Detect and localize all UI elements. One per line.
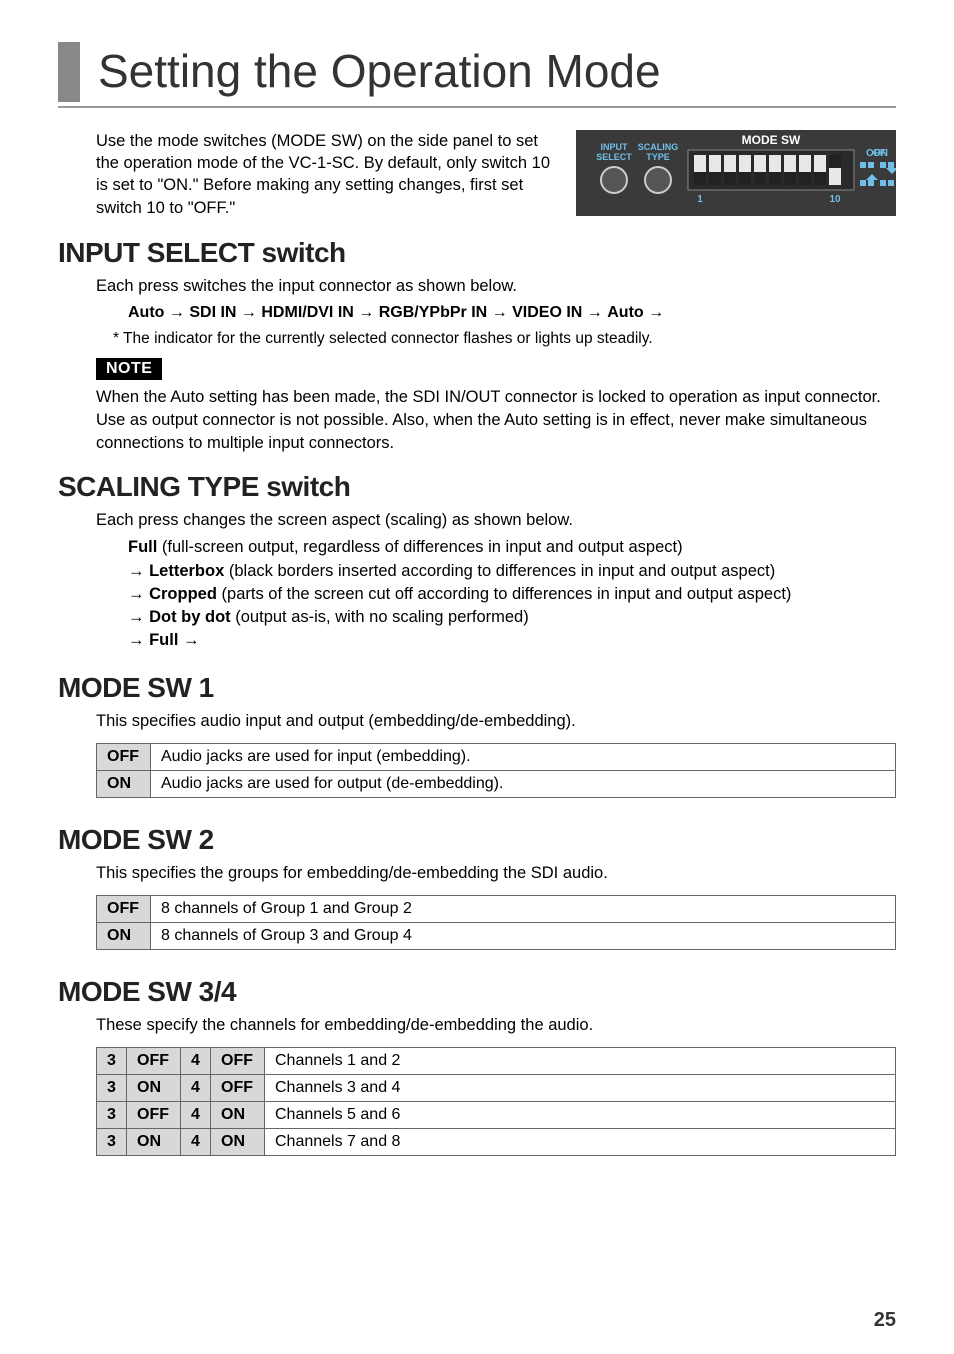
mode-sw34-heading: MODE SW 3/4	[58, 976, 896, 1008]
page-title: Setting the Operation Mode	[98, 42, 661, 102]
scaling-type-body: Each press changes the screen aspect (sc…	[96, 509, 896, 532]
table-col-4-label: 4	[181, 1102, 211, 1129]
mode-sw34-table: 3OFF4OFFChannels 1 and 23ON4OFFChannels …	[96, 1047, 896, 1156]
table-value: Audio jacks are used for input (embeddin…	[151, 743, 896, 770]
table-value: Channels 1 and 2	[265, 1048, 896, 1075]
table-col-3-label: 3	[97, 1129, 127, 1156]
input-select-footnote: * The indicator for the currently select…	[113, 328, 896, 350]
mode-sw1-table: OFFAudio jacks are used for input (embed…	[96, 743, 896, 798]
mode-sw1-body: This specifies audio input and output (e…	[96, 710, 896, 733]
note-badge: NOTE	[96, 358, 162, 380]
table-key: ON	[97, 770, 151, 797]
table-row: ONAudio jacks are used for output (de-em…	[97, 770, 896, 797]
table-col-4-value: OFF	[211, 1048, 265, 1075]
table-row: OFF8 channels of Group 1 and Group 2	[97, 896, 896, 923]
table-value: Audio jacks are used for output (de-embe…	[151, 770, 896, 797]
title-accent-bar	[58, 42, 80, 102]
table-row: 3ON4OFFChannels 3 and 4	[97, 1075, 896, 1102]
table-col-3-value: ON	[127, 1129, 181, 1156]
mode-sw2-table: OFF8 channels of Group 1 and Group 2ON8 …	[96, 895, 896, 950]
input-select-label-2: SELECT	[596, 152, 632, 162]
input-select-body: Each press switches the input connector …	[96, 275, 896, 298]
scaling-list-item: Full (full-screen output, regardless of …	[128, 536, 896, 559]
table-row: ON8 channels of Group 3 and Group 4	[97, 923, 896, 950]
scaling-list-item: → Dot by dot (output as-is, with no scal…	[128, 606, 896, 629]
mode-sw1-heading: MODE SW 1	[58, 672, 896, 704]
table-col-4-label: 4	[181, 1048, 211, 1075]
table-key: OFF	[97, 896, 151, 923]
scaling-type-label: SCALING	[638, 142, 679, 152]
intro-text: Use the mode switches (MODE SW) on the s…	[96, 130, 556, 219]
table-col-3-value: ON	[127, 1075, 181, 1102]
input-select-heading: INPUT SELECT switch	[58, 237, 896, 269]
dip-tick-1: 1	[697, 194, 703, 205]
scaling-type-label-2: TYPE	[646, 152, 670, 162]
table-col-3-value: OFF	[127, 1048, 181, 1075]
table-value: Channels 5 and 6	[265, 1102, 896, 1129]
scaling-type-list: Full (full-screen output, regardless of …	[128, 536, 896, 651]
mode-sw2-heading: MODE SW 2	[58, 824, 896, 856]
scaling-type-button-icon	[645, 167, 671, 193]
table-row: OFFAudio jacks are used for input (embed…	[97, 743, 896, 770]
table-col-4-label: 4	[181, 1129, 211, 1156]
mode-sw2-body: This specifies the groups for embedding/…	[96, 862, 896, 885]
scaling-list-item: → Full →	[128, 629, 896, 652]
page-number: 25	[874, 1309, 896, 1332]
table-col-3-label: 3	[97, 1075, 127, 1102]
table-key: OFF	[97, 743, 151, 770]
table-row: 3OFF4OFFChannels 1 and 2	[97, 1048, 896, 1075]
on-label: ON	[873, 148, 888, 159]
table-row: 3ON4ONChannels 7 and 8	[97, 1129, 896, 1156]
table-value: Channels 3 and 4	[265, 1075, 896, 1102]
scaling-type-heading: SCALING TYPE switch	[58, 471, 896, 503]
table-value: 8 channels of Group 1 and Group 2	[151, 896, 896, 923]
table-col-3-label: 3	[97, 1102, 127, 1129]
input-select-note-text: When the Auto setting has been made, the…	[96, 386, 896, 455]
mode-sw-label: MODE SW	[742, 133, 801, 147]
input-select-label: INPUT	[601, 142, 629, 152]
intro-row: Use the mode switches (MODE SW) on the s…	[96, 130, 896, 219]
scaling-list-item: → Cropped (parts of the screen cut off a…	[128, 583, 896, 606]
table-row: 3OFF4ONChannels 5 and 6	[97, 1102, 896, 1129]
dip-tick-10: 10	[829, 194, 841, 205]
table-col-3-label: 3	[97, 1048, 127, 1075]
page-title-block: Setting the Operation Mode	[58, 42, 896, 108]
table-col-4-label: 4	[181, 1075, 211, 1102]
table-value: Channels 7 and 8	[265, 1129, 896, 1156]
scaling-list-item: → Letterbox (black borders inserted acco…	[128, 560, 896, 583]
table-key: ON	[97, 923, 151, 950]
table-col-3-value: OFF	[127, 1102, 181, 1129]
input-select-button-icon	[601, 167, 627, 193]
mode-sw-panel-graphic: INPUT SELECT SCALING TYPE MODE SW 1 10 O…	[576, 130, 896, 216]
table-col-4-value: ON	[211, 1102, 265, 1129]
table-col-4-value: OFF	[211, 1075, 265, 1102]
input-select-sequence: Auto → SDI IN → HDMI/DVI IN → RGB/YPbPr …	[128, 302, 896, 324]
mode-sw34-body: These specify the channels for embedding…	[96, 1014, 896, 1037]
table-value: 8 channels of Group 3 and Group 4	[151, 923, 896, 950]
table-col-4-value: ON	[211, 1129, 265, 1156]
